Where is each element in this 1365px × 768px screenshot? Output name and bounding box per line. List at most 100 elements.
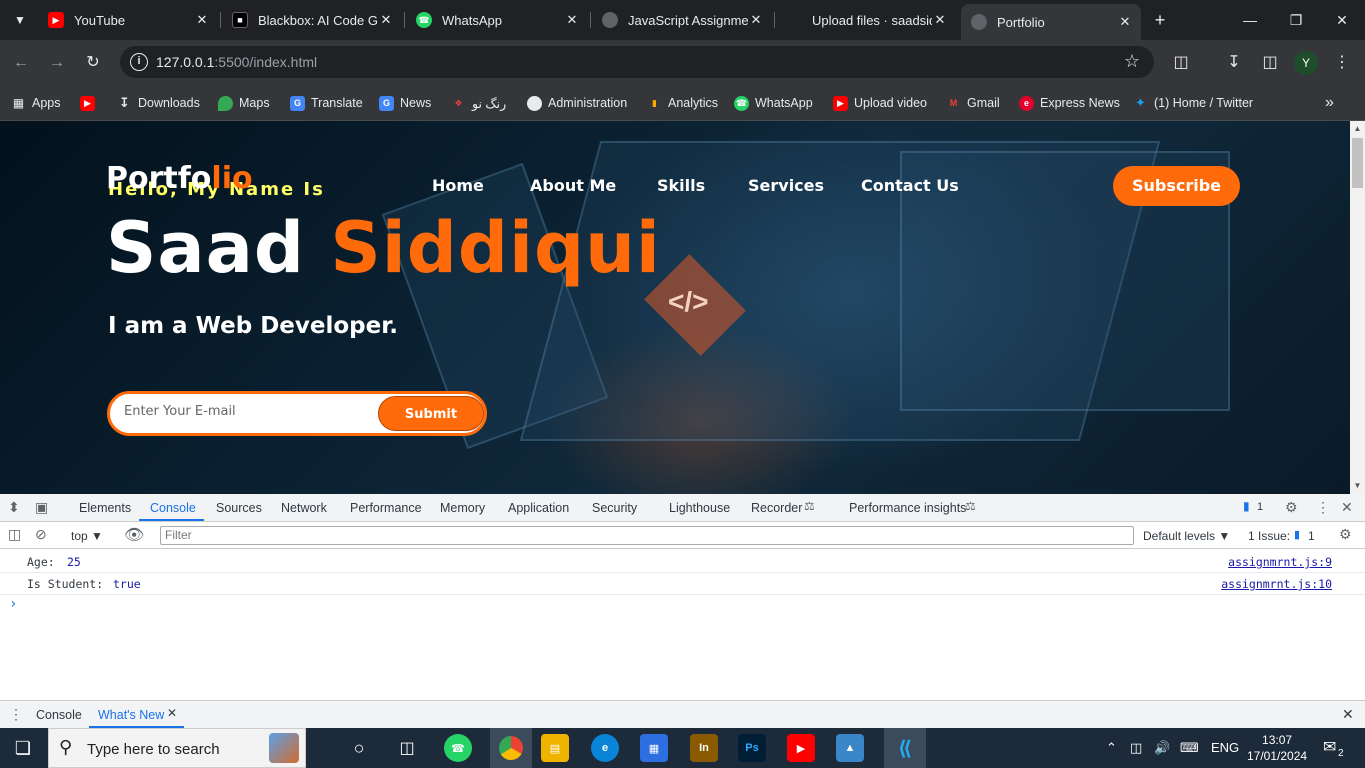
devtools-tab-performance-insights[interactable]: Performance insights [849,501,966,515]
close-tab-icon[interactable]: ✕ [167,706,177,720]
console-settings-gear-icon[interactable]: ⚙ [1339,526,1352,543]
downloads-icon[interactable]: ↧ [1221,50,1247,76]
bookmark-express-news[interactable]: e Express News [1019,93,1120,113]
new-tab-button[interactable]: + [1149,9,1171,31]
sidebar-toggle-icon[interactable]: ◫ [8,526,21,543]
tab-search-button[interactable]: ▼ [8,8,32,32]
devtools-tab-memory[interactable]: Memory [440,501,485,515]
bookmark-whatsapp[interactable]: ☎ WhatsApp [734,93,813,113]
clear-console-icon[interactable]: ⊘ [35,526,47,543]
close-icon[interactable]: ✕ [378,12,394,28]
log-levels-dropdown[interactable]: Default levels ▼ [1143,529,1230,543]
store-icon[interactable]: ▦ [640,734,668,762]
nav-services[interactable]: Services [748,176,824,195]
issues-badge[interactable]: 1 [1257,501,1263,513]
reload-button[interactable]: ↻ [80,50,106,76]
drawer-tab-console[interactable]: Console [36,708,82,722]
close-icon[interactable]: ✕ [932,12,948,28]
profile-avatar[interactable]: Y [1294,51,1318,75]
close-drawer-icon[interactable]: ✕ [1342,706,1354,723]
device-toolbar-icon[interactable]: ▣ [35,499,48,516]
back-button[interactable]: ← [8,50,34,76]
network-icon[interactable]: ◫ [1130,740,1142,756]
nav-contact-us[interactable]: Contact Us [861,176,959,195]
taskbar-search[interactable]: ⚲ Type here to search [48,728,306,768]
devtools-menu-icon[interactable]: ⋮ [1316,499,1330,516]
photoshop-icon[interactable]: Ps [738,734,766,762]
more-bookmarks-icon[interactable]: » [1325,93,1334,113]
tab-upload-files[interactable]: Upload files · saadsid ✕ [776,6,956,34]
console-prompt-row[interactable]: › [0,595,1365,617]
bookmark-maps[interactable]: Maps [218,93,270,113]
close-window-button[interactable]: ✕ [1328,8,1356,32]
menu-icon[interactable]: ⋮ [1329,50,1355,76]
tab-blackbox[interactable]: ■ Blackbox: AI Code Ge ✕ [222,6,402,34]
settings-gear-icon[interactable]: ⚙ [1285,499,1298,516]
forward-button[interactable]: → [44,50,70,76]
devtools-tab-lighthouse[interactable]: Lighthouse [669,501,730,515]
tab-whatsapp[interactable]: ☎ WhatsApp ✕ [406,6,588,34]
chrome-icon[interactable] [490,728,532,768]
bookmark-youtube[interactable]: ▶ [80,93,101,113]
close-icon[interactable]: ✕ [748,12,764,28]
issues-message-icon[interactable]: ▮ [1243,499,1250,513]
close-icon[interactable]: ✕ [564,12,580,28]
devtools-tab-console[interactable]: Console [150,501,196,515]
tray-chevron-icon[interactable]: ⌃ [1106,740,1117,756]
devtools-tab-application[interactable]: Application [508,501,569,515]
log-source-link[interactable]: assignmrnt.js:9 [1228,555,1332,569]
bookmark-rang-e-nau[interactable]: ❖ رنگ نو [451,93,506,113]
notifications-icon[interactable]: ✉ [1323,737,1336,757]
file-explorer-icon[interactable]: ▤ [541,734,569,762]
close-icon[interactable]: ✕ [1117,14,1133,30]
whatsapp-icon[interactable]: ☎ [444,734,472,762]
devtools-tab-network[interactable]: Network [281,501,327,515]
tab-youtube[interactable]: ▶ YouTube ✕ [38,6,218,34]
inpage-icon[interactable]: In [690,734,718,762]
side-panel-icon[interactable]: ◫ [1257,50,1283,76]
photos-icon[interactable]: ▲ [836,734,864,762]
bookmark-star-icon[interactable]: ☆ [1124,51,1140,72]
close-devtools-icon[interactable]: ✕ [1341,499,1353,516]
issues-count[interactable]: 1 [1308,529,1315,543]
task-view-icon[interactable]: ◫ [393,734,421,762]
bookmark-news[interactable]: G News [379,93,431,113]
bookmark-gmail[interactable]: M Gmail [946,93,1000,113]
page-scrollbar[interactable]: ▲ ▼ [1350,121,1365,494]
email-input[interactable] [124,404,364,419]
address-bar[interactable]: i 127.0.0.1:5500/index.html ☆ [120,46,1154,78]
windows-start-icon[interactable]: ❏ [9,734,37,762]
drawer-menu-icon[interactable]: ⋮ [9,706,23,723]
devtools-tab-elements[interactable]: Elements [79,501,131,515]
scroll-thumb[interactable] [1352,138,1363,188]
log-source-link[interactable]: assignmrnt.js:10 [1221,577,1332,591]
scroll-down-icon[interactable]: ▼ [1350,481,1365,490]
bookmark-twitter[interactable]: ✦ (1) Home / Twitter [1133,93,1253,113]
close-icon[interactable]: ✕ [194,12,210,28]
nav-skills[interactable]: Skills [657,176,705,195]
bookmark-apps[interactable]: ▦ Apps [11,93,61,113]
context-selector[interactable]: top ▼ [71,529,103,543]
nav-about-me[interactable]: About Me [530,176,616,195]
volume-icon[interactable]: 🔊 [1154,740,1170,756]
keyboard-icon[interactable]: ⌨ [1180,740,1199,756]
console-filter-input[interactable]: Filter [160,526,1134,545]
bookmark-downloads[interactable]: ↧ Downloads [117,93,200,113]
devtools-tab-security[interactable]: Security [592,501,637,515]
edge-icon[interactable]: e [591,734,619,762]
devtools-tab-recorder[interactable]: Recorder [751,501,802,515]
maximize-button[interactable]: ❐ [1282,8,1310,32]
tab-javascript-assignment[interactable]: JavaScript Assignmen ✕ [592,6,772,34]
bookmark-analytics[interactable]: ▮ Analytics [647,93,718,113]
submit-button[interactable]: Submit [378,396,484,431]
site-logo[interactable]: Portfolio [106,161,253,196]
bookmark-upload-video[interactable]: ▶ Upload video [833,93,927,113]
vscode-icon[interactable]: ⟪ [884,728,926,768]
devtools-tab-performance[interactable]: Performance [350,501,422,515]
bookmark-administration[interactable]: Administration [527,93,627,113]
inspect-element-icon[interactable]: ⬍ [8,499,20,516]
tab-portfolio[interactable]: Portfolio ✕ [961,4,1141,40]
drawer-tab-whats-new[interactable]: What's New [98,708,164,722]
system-clock[interactable]: 13:07 17/01/2024 [1247,732,1307,764]
bookmark-translate[interactable]: G Translate [290,93,363,113]
